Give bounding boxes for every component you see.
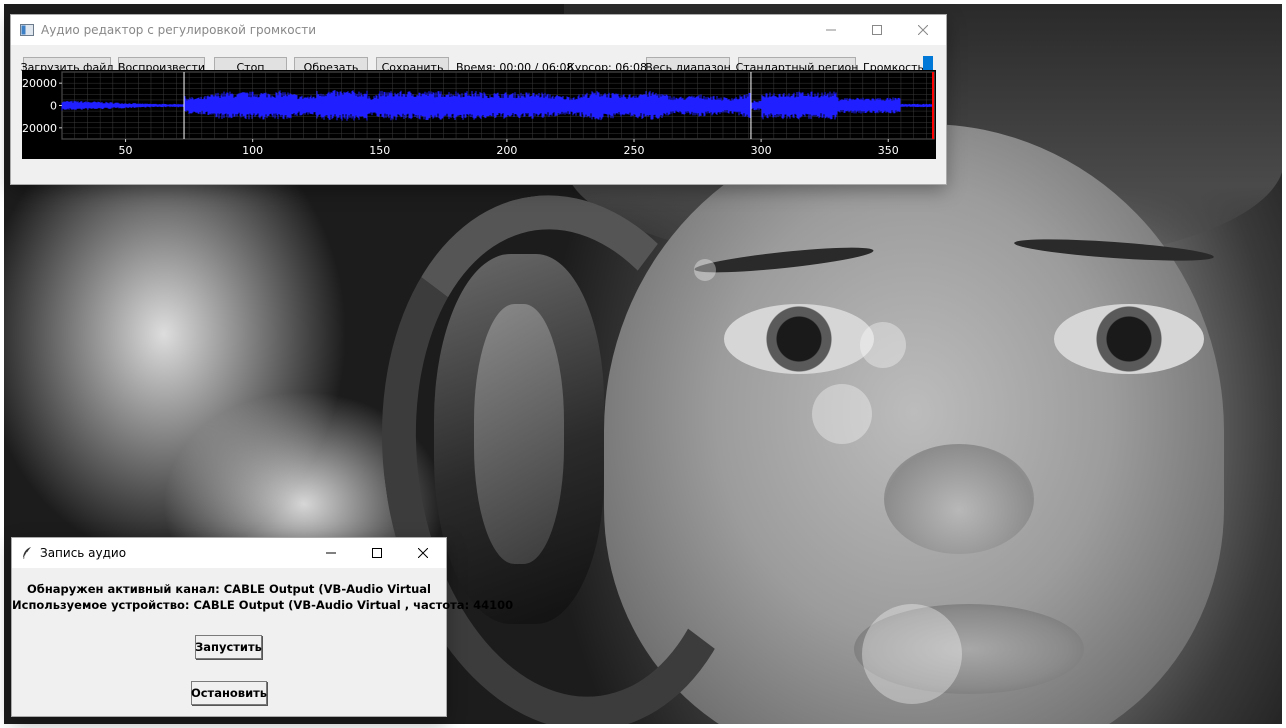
editor-window-title: Аудио редактор с регулировкой громкости (41, 23, 317, 37)
wallpaper-bokeh (694, 259, 716, 281)
minimize-button[interactable] (308, 538, 354, 568)
wallpaper-eye-right (1054, 304, 1204, 374)
y-tick-label: -20000 (22, 122, 57, 135)
maximize-button[interactable] (354, 538, 400, 568)
maximize-icon (872, 25, 882, 35)
wallpaper-bokeh (812, 384, 872, 444)
close-icon (918, 25, 928, 35)
minimize-icon (826, 29, 836, 31)
x-tick-label: 350 (878, 144, 899, 157)
close-button[interactable] (900, 15, 946, 45)
wallpaper-bokeh (860, 322, 906, 368)
recorder-titlebar[interactable]: Запись аудио (12, 538, 446, 568)
y-tick-label: 0 (50, 100, 57, 113)
minimize-button[interactable] (808, 15, 854, 45)
wallpaper-eye-left (724, 304, 874, 374)
wallpaper-headphones-cup-inner (474, 304, 564, 564)
x-tick-label: 300 (751, 144, 772, 157)
x-tick-label: 250 (624, 144, 645, 157)
recorder-window-title: Запись аудио (40, 546, 127, 560)
feather-icon (21, 546, 33, 560)
minimize-icon (326, 552, 336, 554)
device-status: Используемое устройство: CABLE Output (V… (12, 598, 514, 612)
editor-titlebar[interactable]: Аудио редактор с регулировкой громкости (11, 15, 946, 45)
x-tick-label: 50 (119, 144, 133, 157)
app-window-icon (20, 24, 34, 36)
waveform-plot[interactable]: 20000 0 -20000 50 100 150 200 250 300 350 (22, 70, 936, 159)
audio-recorder-window: Запись аудио Обнаружен активный канал: C… (12, 538, 514, 716)
maximize-icon (372, 548, 382, 558)
x-tick-label: 150 (369, 144, 390, 157)
maximize-button[interactable] (854, 15, 900, 45)
x-tick-label: 200 (496, 144, 517, 157)
start-recording-button[interactable]: Запустить (195, 635, 262, 659)
close-button[interactable] (400, 538, 446, 568)
wallpaper-nose (884, 444, 1034, 554)
x-tick-label: 100 (242, 144, 263, 157)
close-icon (418, 548, 428, 558)
y-tick-label: 20000 (22, 77, 57, 90)
wallpaper-bokeh (862, 604, 962, 704)
channel-status: Обнаружен активный канал: CABLE Output (… (27, 582, 431, 596)
audio-editor-window: Аудио редактор с регулировкой громкости … (11, 15, 946, 184)
stop-recording-button[interactable]: Остановить (191, 681, 267, 705)
